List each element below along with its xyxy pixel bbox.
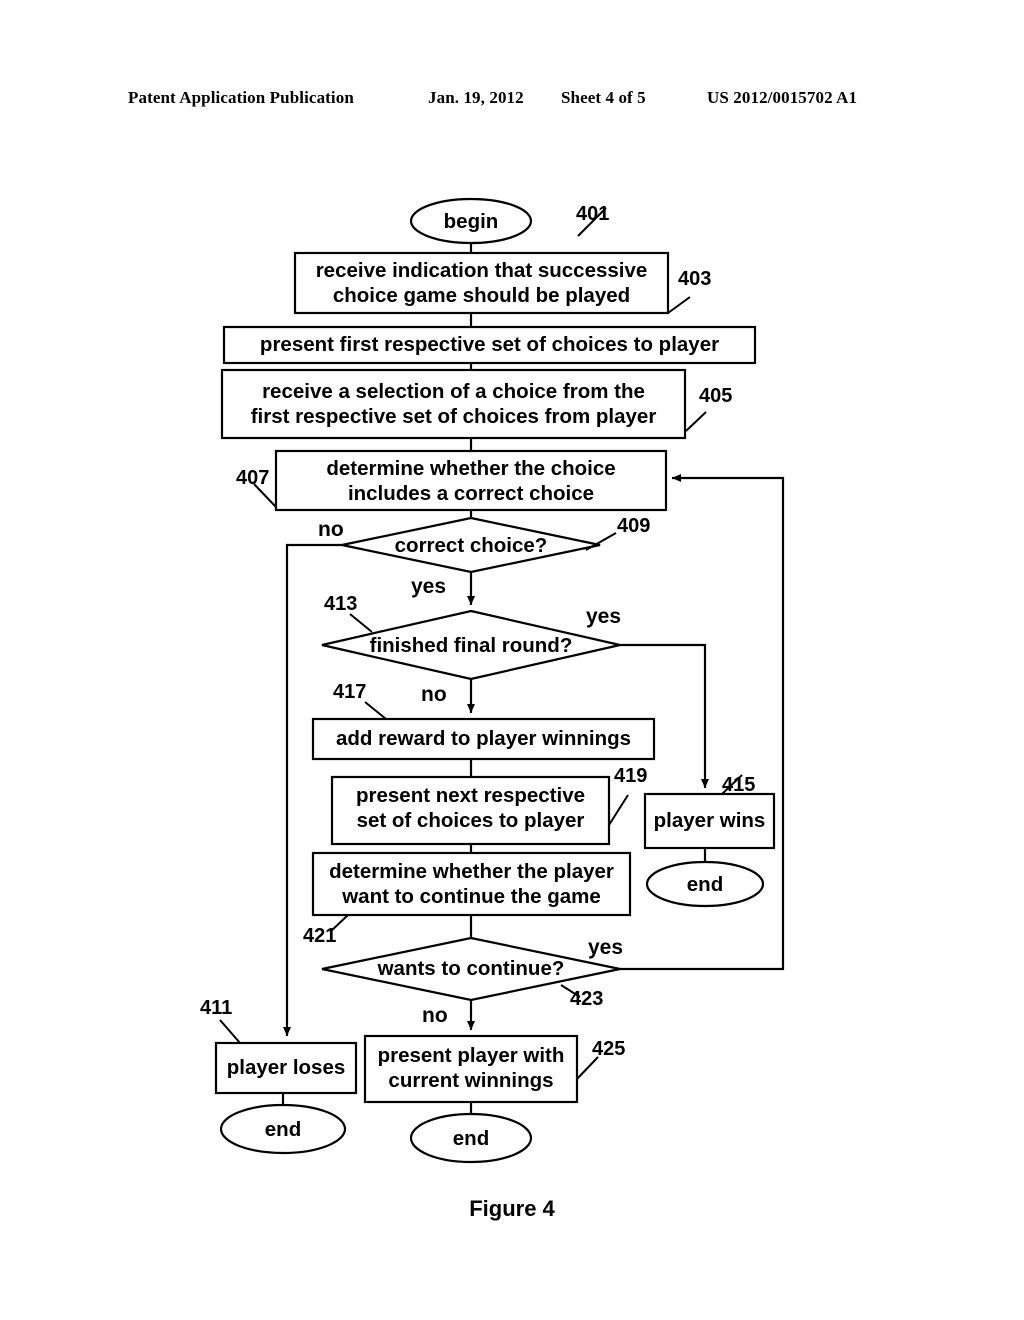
reference-number-419: 419: [614, 765, 648, 787]
node-end-wins-shape: [645, 860, 765, 908]
node-415-shape: [643, 792, 776, 850]
edge-label-413-no: no: [421, 683, 447, 706]
reference-number-401: 401: [576, 203, 610, 225]
reference-number-423: 423: [570, 988, 604, 1010]
node-425-shape: [363, 1034, 579, 1104]
node-403-shape: [293, 251, 670, 315]
leader-405: [685, 411, 707, 432]
edge-label-413-yes: yes: [586, 605, 622, 628]
reference-number-405: 405: [699, 385, 733, 407]
leader-411: [219, 1019, 241, 1044]
reference-number-407: 407: [236, 467, 270, 489]
node-417-shape: [311, 717, 656, 761]
leader-419: [608, 794, 629, 826]
reference-number-415: 415: [722, 774, 756, 796]
reference-number-403: 403: [678, 268, 712, 290]
figure-caption: Figure 4: [469, 1196, 555, 1221]
reference-number-409: 409: [617, 515, 651, 537]
leader-409: [585, 532, 617, 551]
reference-number-413: 413: [324, 593, 358, 615]
node-413-shape: [321, 609, 621, 681]
leader-413: [349, 613, 373, 633]
node-begin-shape: [409, 197, 533, 245]
node-411-shape: [214, 1041, 358, 1095]
node-present-first-shape: [222, 325, 757, 365]
edge-label-423-no: no: [422, 1004, 448, 1027]
leader-417: [364, 701, 387, 720]
node-end-winnings-shape: [409, 1112, 533, 1164]
reference-number-421: 421: [303, 925, 337, 947]
reference-number-411: 411: [200, 997, 233, 1019]
edge-label-423-yes: yes: [588, 936, 624, 959]
node-405-shape: [220, 368, 687, 440]
edge-label-409-no: no: [318, 518, 344, 541]
node-421-shape: [311, 851, 632, 917]
node-409-shape: [341, 516, 601, 574]
node-407-shape: [274, 449, 668, 512]
edge-label-409-yes: yes: [411, 575, 447, 598]
node-end-loses-shape: [219, 1103, 347, 1155]
leader-403: [667, 296, 691, 314]
reference-number-425: 425: [592, 1038, 626, 1060]
flowchart-diagram: [214, 197, 785, 1164]
node-419-shape: [330, 775, 611, 846]
reference-number-417: 417: [333, 681, 367, 703]
